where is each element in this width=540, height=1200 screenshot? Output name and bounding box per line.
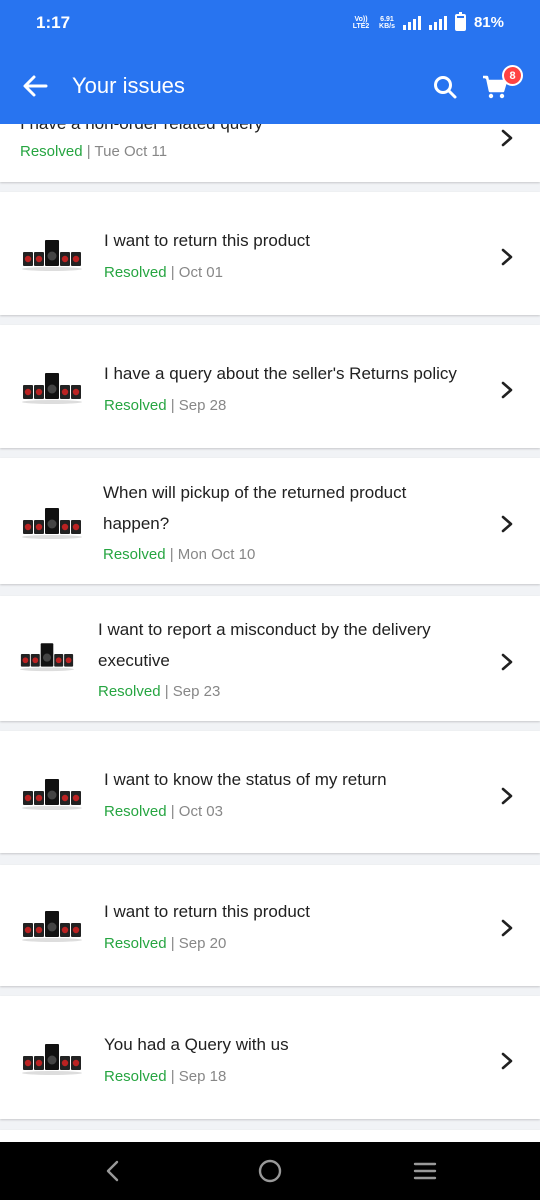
chevron-right-icon	[501, 653, 513, 671]
issues-list: I have a non-order related query Resolve…	[0, 124, 540, 1142]
issue-card[interactable]: I have a non-order related query Resolve…	[0, 124, 540, 182]
issue-date: Sep 18	[178, 1068, 227, 1085]
issue-card-partial[interactable]	[0, 1130, 540, 1142]
issue-meta: Resolved | Oct 03	[104, 803, 223, 820]
issue-card[interactable]: I want to report a misconduct by the del…	[0, 596, 540, 721]
issue-meta: Resolved | Oct 01	[104, 264, 223, 281]
issue-title: You had a Query with us	[104, 1035, 289, 1054]
battery-icon	[454, 12, 466, 31]
issue-card[interactable]: You had a Query with us Resolved | Sep 1…	[0, 996, 540, 1119]
meta-separator: |	[170, 1068, 179, 1085]
chevron-right-icon	[501, 919, 513, 937]
meta-separator: |	[164, 683, 173, 700]
chevron-right-icon	[501, 787, 513, 805]
issue-date: Sep 23	[172, 683, 221, 700]
issue-status: Resolved	[104, 935, 167, 952]
issue-card[interactable]: I want to know the status of my return R…	[0, 731, 540, 853]
issue-date: Sep 20	[178, 935, 227, 952]
meta-separator: |	[86, 143, 95, 160]
issue-title: I have a non-order related query	[20, 124, 440, 139]
issue-status: Resolved	[104, 397, 167, 414]
issue-title: I want to return this product	[104, 902, 310, 921]
system-nav-bar	[0, 1142, 540, 1200]
issue-meta: Resolved | Tue Oct 11	[20, 143, 167, 160]
meta-separator: |	[169, 546, 178, 563]
issue-title: I have a query about the seller's Return…	[104, 364, 457, 383]
chevron-right-icon	[501, 248, 513, 266]
speed-indicator: 6.91 KB/s	[379, 16, 395, 30]
chevron-right-icon	[501, 381, 513, 399]
product-thumbnail	[22, 508, 82, 539]
meta-separator: |	[170, 397, 179, 414]
chevron-right-icon	[501, 1052, 513, 1070]
issue-meta: Resolved | Mon Oct 10	[103, 546, 255, 563]
issue-title: I want to know the status of my return	[104, 770, 387, 789]
issue-meta: Resolved | Sep 20	[104, 935, 226, 952]
chevron-right-icon	[501, 129, 513, 147]
issue-title: I want to return this product	[104, 231, 310, 250]
page-title: Your issues	[72, 73, 185, 98]
issue-date: Sep 28	[178, 397, 227, 414]
product-thumbnail	[22, 1044, 82, 1075]
chevron-right-icon	[501, 515, 513, 533]
product-thumbnail	[22, 911, 82, 942]
signal-icon-2	[428, 15, 447, 30]
issue-card[interactable]: I want to return this product Resolved |…	[0, 865, 540, 986]
recents-nav-icon[interactable]	[412, 1159, 438, 1183]
issue-status: Resolved	[104, 264, 167, 281]
product-thumbnail	[20, 643, 74, 672]
product-thumbnail	[22, 779, 82, 810]
issue-date: Tue Oct 11	[94, 143, 168, 160]
app-bar: Your issues 8	[0, 48, 540, 124]
speed-unit: KB/s	[379, 22, 395, 30]
issue-date: Oct 01	[178, 264, 223, 281]
cart-count-badge: 8	[502, 65, 523, 86]
issue-card[interactable]: I want to return this product Resolved |…	[0, 192, 540, 315]
product-thumbnail	[22, 240, 82, 271]
meta-separator: |	[170, 935, 179, 952]
status-bar: 1:17 Vo)) LTE2 6.91 KB/s 81%	[0, 0, 540, 48]
back-nav-icon[interactable]	[100, 1159, 126, 1183]
status-indicators: Vo)) LTE2 6.91 KB/s 81%	[351, 12, 504, 31]
meta-separator: |	[170, 803, 179, 820]
issue-status: Resolved	[20, 143, 83, 160]
issue-card[interactable]: I have a query about the seller's Return…	[0, 325, 540, 448]
issue-meta: Resolved | Sep 18	[104, 1068, 226, 1085]
meta-separator: |	[170, 264, 179, 281]
product-thumbnail	[22, 373, 82, 404]
network-label: Vo)) LTE2	[352, 15, 370, 30]
home-nav-icon[interactable]	[257, 1159, 283, 1183]
signal-icon-1	[402, 15, 421, 30]
issue-meta: Resolved | Sep 23	[98, 683, 220, 700]
issue-status: Resolved	[98, 683, 161, 700]
issue-status: Resolved	[104, 803, 167, 820]
issue-status: Resolved	[104, 1068, 167, 1085]
battery-percent: 81%	[473, 14, 504, 31]
issue-card[interactable]: When will pickup of the returned product…	[0, 458, 540, 584]
issue-title: When will pickup of the returned product…	[103, 483, 407, 533]
issue-meta: Resolved | Sep 28	[104, 397, 226, 414]
issue-date: Oct 03	[178, 803, 223, 820]
speed-value: 6.91	[380, 15, 394, 23]
issue-status: Resolved	[103, 546, 166, 563]
issue-date: Mon Oct 10	[177, 546, 256, 563]
status-time: 1:17	[36, 13, 71, 32]
issue-title: I want to report a misconduct by the del…	[98, 620, 431, 670]
search-icon[interactable]	[432, 74, 458, 100]
back-arrow-icon[interactable]	[20, 72, 52, 100]
